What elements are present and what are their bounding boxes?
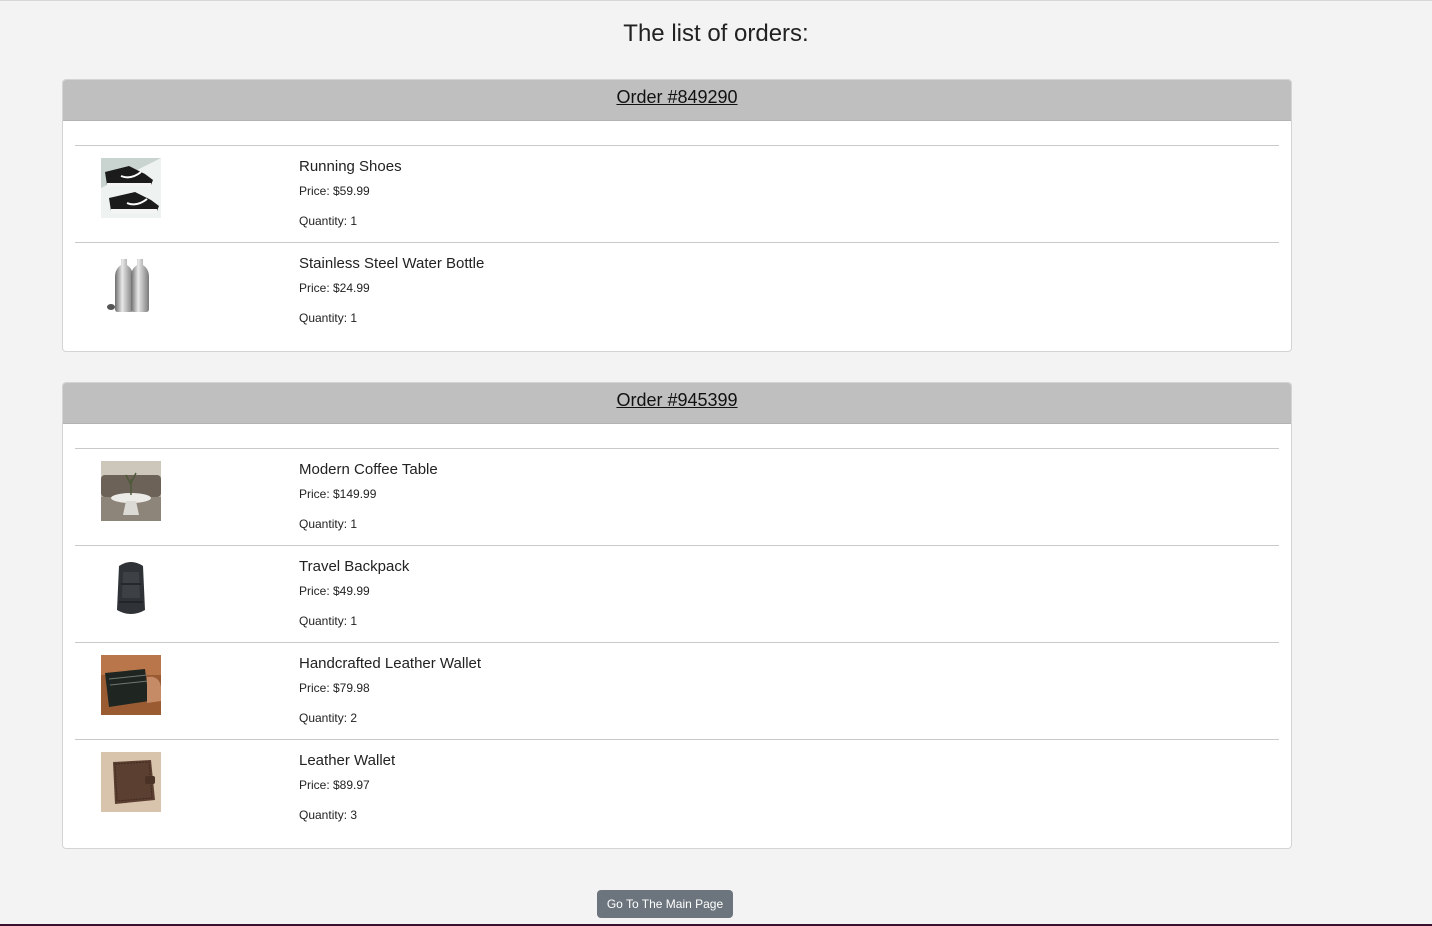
item-quantity: Quantity: 1 [299, 214, 358, 228]
item-price: Price: $149.99 [299, 487, 377, 501]
order-item: Travel Backpack Price: $49.99 Quantity: … [75, 546, 1279, 643]
item-name: Travel Backpack [299, 558, 410, 575]
order-header: Order #945399 [63, 383, 1291, 424]
water-bottle-image [101, 255, 161, 315]
item-price: Price: $59.99 [299, 184, 370, 198]
item-name: Stainless Steel Water Bottle [299, 255, 485, 272]
order-item: Handcrafted Leather Wallet Price: $79.98… [75, 643, 1279, 740]
item-price: Price: $49.99 [299, 584, 370, 598]
order-card: Order #945399 Modern Coffee Table Price:… [62, 382, 1292, 849]
item-name: Handcrafted Leather Wallet [299, 655, 482, 672]
order-item: Modern Coffee Table Price: $149.99 Quant… [75, 449, 1279, 546]
item-quantity: Quantity: 1 [299, 517, 358, 531]
item-price: Price: $89.97 [299, 778, 370, 792]
order-items-list: Modern Coffee Table Price: $149.99 Quant… [75, 448, 1279, 836]
main-page-button[interactable]: Go To The Main Page [597, 890, 733, 918]
item-quantity: Quantity: 1 [299, 614, 358, 628]
order-item: Stainless Steel Water Bottle Price: $24.… [75, 243, 1279, 339]
order-header: Order #849290 [63, 80, 1291, 121]
item-quantity: Quantity: 2 [299, 711, 358, 725]
item-quantity: Quantity: 1 [299, 311, 358, 325]
running-shoes-image [101, 158, 161, 218]
order-item: Running Shoes Price: $59.99 Quantity: 1 [75, 146, 1279, 243]
item-quantity: Quantity: 3 [299, 808, 358, 822]
order-items-list: Running Shoes Price: $59.99 Quantity: 1 [75, 145, 1279, 339]
coffee-table-image [101, 461, 161, 521]
leather-wallet-image [101, 655, 161, 715]
page-title: The list of orders: [623, 20, 809, 47]
order-link[interactable]: Order #945399 [616, 390, 737, 410]
wallet-image [101, 752, 161, 812]
order-link[interactable]: Order #849290 [616, 87, 737, 107]
item-name: Running Shoes [299, 158, 402, 175]
backpack-image [101, 558, 161, 618]
order-item: Leather Wallet Price: $89.97 Quantity: 3 [75, 740, 1279, 836]
item-name: Modern Coffee Table [299, 461, 438, 478]
item-price: Price: $24.99 [299, 281, 370, 295]
item-name: Leather Wallet [299, 752, 396, 769]
item-price: Price: $79.98 [299, 681, 370, 695]
order-card: Order #849290 Running Shoes Price: $59.9… [62, 79, 1292, 352]
